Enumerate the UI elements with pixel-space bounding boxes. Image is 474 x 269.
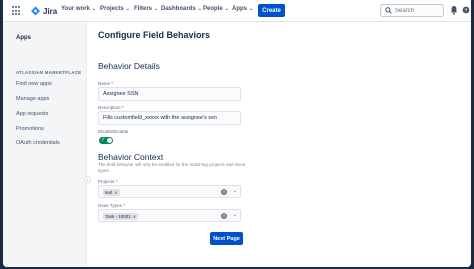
description-field[interactable]: Fills customfield_xxxxx with the assigne… <box>98 111 241 125</box>
issue-types-label-text: Issue Types <box>98 203 122 208</box>
notifications-bell-icon[interactable] <box>450 5 458 15</box>
sidebar-item-find-new-apps[interactable]: Find new apps <box>16 81 52 87</box>
sidebar-item-app-requests[interactable]: App requests <box>16 111 48 117</box>
app-window: Jira Your work ⌄ Projects ⌄ Filters ⌄ Dashb… <box>3 0 471 267</box>
behavior-context-heading: Behavior Context <box>98 152 164 162</box>
top-navigation: Jira Your work ⌄ Projects ⌄ Filters ⌄ Dashb… <box>3 0 471 22</box>
chevron-down-icon: ⌄ <box>224 6 229 12</box>
nav-dashboards[interactable]: Dashboards ⌄ <box>161 6 202 12</box>
help-icon[interactable]: ? <box>462 5 470 15</box>
nav-dashboards-label: Dashboards <box>161 6 196 12</box>
clear-icon[interactable]: ✕ <box>221 213 227 219</box>
chevron-down-icon: ⌄ <box>249 6 254 12</box>
required-marker: * <box>111 81 114 86</box>
name-label-text: Name <box>98 81 111 86</box>
issue-types-label: Issue Types * <box>98 203 125 208</box>
nav-projects[interactable]: Projects ⌄ <box>100 6 130 12</box>
chevron-down-icon: ⌄ <box>154 6 159 12</box>
enable-toggle[interactable]: ✓ <box>99 137 113 144</box>
next-page-button[interactable]: Next Page <box>210 232 243 245</box>
sidebar-item-manage-apps[interactable]: Manage apps <box>16 96 49 102</box>
chevron-down-icon: ⌄ <box>91 6 97 12</box>
projects-select[interactable]: test ✕ ✕ ⌄ <box>98 185 241 198</box>
sidebar: Apps ATLASSIAN MARKETPLACE Find new apps… <box>3 22 87 267</box>
description-label: Description * <box>98 105 124 110</box>
chevron-down-icon[interactable]: ⌄ <box>233 212 237 218</box>
name-label: Name * <box>98 81 113 86</box>
project-tag: test ✕ <box>103 189 120 196</box>
projects-label-text: Projects <box>98 179 115 184</box>
nav-people[interactable]: People ⌄ <box>203 6 229 12</box>
create-button[interactable]: Create <box>258 4 285 17</box>
sidebar-section-heading: ATLASSIAN MARKETPLACE <box>16 70 82 75</box>
required-marker: * <box>121 105 124 110</box>
collapse-sidebar-icon[interactable]: ‹ <box>84 176 91 183</box>
app-switcher-icon[interactable] <box>12 6 22 16</box>
required-marker: * <box>123 203 125 208</box>
issue-types-select[interactable]: Task - 10001 ✕ ✕ ⌄ <box>98 209 241 222</box>
nav-apps[interactable]: Apps ⌄ <box>232 6 253 12</box>
sidebar-item-oauth-credentials[interactable]: OAuth credentials <box>16 140 60 146</box>
jira-logo-icon <box>31 6 40 16</box>
chevron-down-icon: ⌄ <box>125 6 130 12</box>
behavior-details-heading: Behavior Details <box>98 61 160 71</box>
checkmark-icon: ✓ <box>101 137 106 143</box>
svg-text:?: ? <box>465 8 468 14</box>
required-marker: * <box>115 179 118 184</box>
nav-projects-label: Projects <box>100 6 124 12</box>
sidebar-item-promotions[interactable]: Promotions <box>16 126 44 132</box>
sidebar-title: Apps <box>16 35 31 41</box>
projects-label: Projects * <box>98 179 117 184</box>
remove-tag-icon[interactable]: ✕ <box>114 190 117 195</box>
remove-tag-icon[interactable]: ✕ <box>133 214 136 219</box>
nav-people-label: People <box>203 6 223 12</box>
product-name: Jira <box>43 6 58 16</box>
toggle-label: Disable/Enable <box>98 129 129 134</box>
issue-type-tag-label: Task - 10001 <box>105 214 131 219</box>
search-box[interactable] <box>380 4 444 17</box>
description-label-text: Description <box>98 105 121 110</box>
project-tag-label: test <box>105 190 113 195</box>
toggle-knob <box>107 138 112 143</box>
search-input[interactable] <box>395 7 443 14</box>
nav-your-work[interactable]: Your work ⌄ <box>61 6 96 12</box>
issue-type-tag: Task - 10001 ✕ <box>103 213 139 220</box>
chevron-down-icon: ⌄ <box>197 6 202 12</box>
nav-your-work-label: Your work <box>61 6 90 12</box>
name-field[interactable]: Assignee SSN <box>98 87 241 101</box>
chevron-down-icon[interactable]: ⌄ <box>233 188 237 194</box>
nav-filters[interactable]: Filters ⌄ <box>134 6 158 12</box>
context-help-text: The field behavior will only be enabled … <box>98 162 246 173</box>
jira-logo[interactable]: Jira <box>31 5 57 17</box>
search-icon <box>385 7 392 14</box>
clear-icon[interactable]: ✕ <box>221 189 227 195</box>
nav-filters-label: Filters <box>134 6 153 12</box>
nav-apps-label: Apps <box>232 6 247 12</box>
page-title: Configure Field Behaviors <box>98 30 211 40</box>
